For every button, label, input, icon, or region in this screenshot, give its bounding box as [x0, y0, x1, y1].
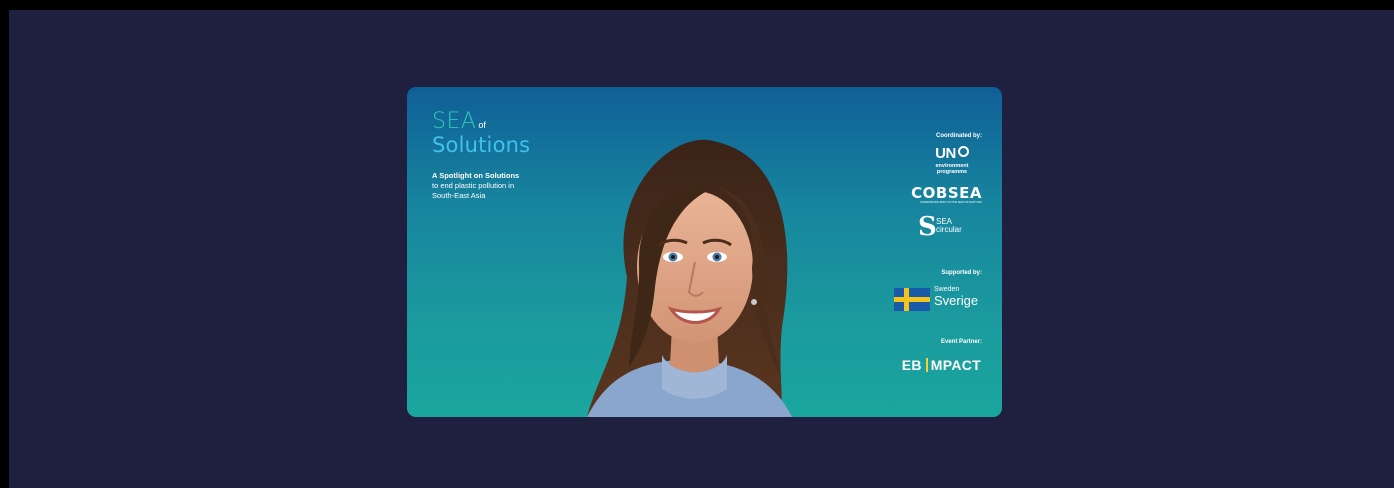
- ebimpact-right: MPACT: [930, 357, 981, 373]
- cobsea-name: COBSEA: [911, 184, 982, 202]
- title-solutions: Solutions: [432, 133, 531, 157]
- ebimpact-logo: EB MPACT: [902, 357, 981, 373]
- sea-circular-text: SEA circular: [936, 218, 962, 234]
- swedish-flag-icon: [894, 288, 930, 311]
- ebimpact-left: EB: [901, 357, 922, 373]
- title-sea: SEA: [432, 109, 477, 134]
- sea-circular-logo: S SEA circular: [912, 212, 982, 242]
- un-globe-icon: [957, 146, 969, 157]
- tagline-line2: South-East Asia: [432, 191, 486, 200]
- event-partner-label: Event Partner:: [940, 339, 982, 345]
- un-text: UN: [935, 145, 956, 162]
- ebimpact-bar: [925, 358, 928, 372]
- title-of: of: [478, 120, 486, 130]
- sea-circular-line2: circular: [936, 225, 962, 234]
- tagline-bold: A Spotlight on Solutions: [432, 171, 520, 180]
- un-environment-logo: UN environment programme: [922, 145, 982, 175]
- sweden-sv: Sverige: [934, 293, 979, 308]
- event-tagline: A Spotlight on Solutions to end plastic …: [432, 171, 519, 201]
- woman-portrait: [587, 139, 792, 417]
- sweden-logo-text: Sweden Sverige: [934, 286, 978, 308]
- event-title: SEA of Solutions: [432, 109, 531, 158]
- supported-by-label: Supported by:: [941, 270, 982, 276]
- event-banner: SEA of Solutions A Spotlight on Solutions…: [407, 87, 1002, 417]
- cobsea-logo: COBSEA COORDINATING BODY ON THE SEAS OF …: [902, 185, 982, 204]
- sea-circular-s-icon: S: [918, 212, 937, 242]
- coordinated-by-label: Coordinated by:: [936, 133, 982, 139]
- tagline-line1: to end plastic pollution in: [432, 181, 515, 190]
- un-line2: programme: [936, 169, 968, 175]
